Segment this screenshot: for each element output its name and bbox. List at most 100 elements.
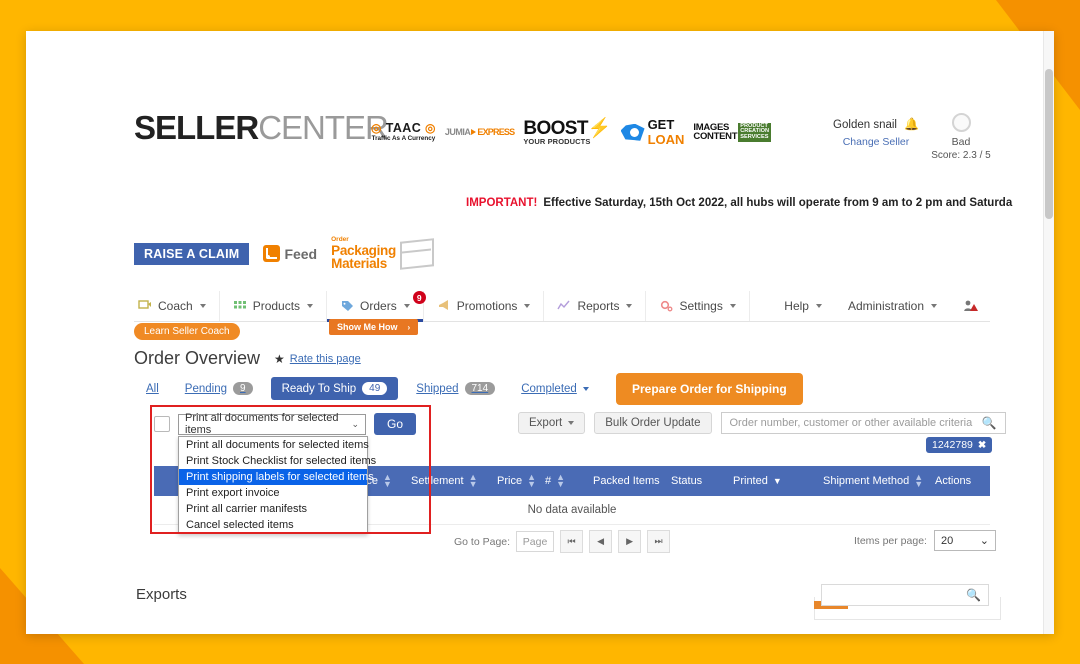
th-count[interactable]: # ▲ ▼ <box>545 472 593 488</box>
packaging-line1: Packaging <box>331 242 396 258</box>
taac-ring-left-icon: ◎ <box>371 121 382 136</box>
table-toolbar-right: Export Bulk Order Update Order number, c… <box>518 412 1006 434</box>
user-alert-icon <box>963 299 978 313</box>
sort-icon[interactable]: ▲▼ <box>556 472 565 488</box>
jumia-express-logo[interactable]: JUMIA EXPRESS <box>445 127 515 138</box>
dropdown-option-print-all-documents[interactable]: Print all documents for selected items <box>179 437 369 453</box>
nav-item-coach[interactable]: Coach <box>134 291 220 321</box>
th-price[interactable]: Price ▲ ▼ <box>497 472 545 488</box>
dropdown-option-print-carrier-manifests[interactable]: Print all carrier manifests <box>179 501 367 517</box>
nav-label-settings: Settings <box>679 299 723 313</box>
feed-link[interactable]: Feed <box>263 245 317 263</box>
chevron-down-icon <box>524 304 531 308</box>
express-arrow-icon <box>471 129 477 136</box>
sort-icon[interactable]: ▲▼ <box>527 472 536 488</box>
last-page-button[interactable]: ⏭ <box>647 530 671 553</box>
tab-completed-label: Completed <box>521 382 577 395</box>
boost-title: BOOST <box>523 117 588 139</box>
rate-this-page-link[interactable]: Rate this page <box>290 353 361 365</box>
th-printed[interactable]: Printed ▼ <box>733 475 823 487</box>
th-count-label: # <box>545 475 552 487</box>
th-actions-label: Actions <box>935 475 972 487</box>
go-button[interactable]: Go <box>374 413 417 435</box>
th-shipment-method[interactable]: Shipment Method ▲ ▼ <box>823 472 935 488</box>
pagination-controls: Go to Page: Page ⏮ ◀ ▶ ⏭ <box>454 530 671 553</box>
dropdown-option-print-export-invoice[interactable]: Print export invoice <box>179 485 367 501</box>
browser-window: SELLERCENTER ◎ TAAC ◎ Traffic As A Curre… <box>26 31 1054 634</box>
bulk-order-update-button[interactable]: Bulk Order Update <box>594 412 712 434</box>
bulk-action-dropdown-list[interactable]: Print all documents for selected items P… <box>178 435 376 534</box>
sort-icon[interactable]: ▲▼ <box>383 472 392 488</box>
nav-item-user-alert[interactable] <box>950 291 990 321</box>
important-tag: IMPORTANT! <box>466 197 538 209</box>
boost-logo[interactable]: BOOST⚡ YOUR PRODUCTS <box>523 119 611 146</box>
score-gauge-icon <box>951 113 971 132</box>
export-button[interactable]: Export <box>518 412 586 434</box>
tab-completed[interactable]: Completed <box>513 379 597 399</box>
filter-icon[interactable]: ▼ <box>773 476 782 486</box>
order-search-placeholder: Order number, customer or other availabl… <box>729 417 973 429</box>
important-banner: IMPORTANT! Effective Saturday, 15th Oct 2… <box>466 197 1012 209</box>
nav-item-help[interactable]: Help <box>780 291 835 321</box>
notification-bell-icon[interactable]: 🔔 <box>904 117 919 131</box>
nav-item-products[interactable]: Products <box>220 291 328 321</box>
logo-seller-text: SELLER <box>134 109 259 146</box>
logo-center-text: CENTER <box>258 109 389 146</box>
page-number-input[interactable]: Page <box>516 531 555 552</box>
taac-logo[interactable]: ◎ TAAC ◎ Traffic As A Currency <box>371 122 436 142</box>
previous-page-button[interactable]: ◀ <box>589 530 613 553</box>
th-packed-items[interactable]: Packed Items <box>593 475 671 487</box>
learn-seller-coach-badge[interactable]: Learn Seller Coach <box>134 323 240 340</box>
get-loan-logo[interactable]: GET LOAN <box>620 117 684 147</box>
th-printed-label: Printed <box>733 475 768 487</box>
tab-pending[interactable]: Pending 9 <box>177 378 261 399</box>
first-page-button[interactable]: ⏮ <box>560 530 584 553</box>
items-per-page-select[interactable]: 20 ⌄ <box>933 530 996 551</box>
bulk-action-select[interactable]: Print all documents for selected items ⌄ <box>178 412 366 436</box>
packaging-materials-link[interactable]: Order Packaging Materials <box>331 236 434 271</box>
nav-label-promotions: Promotions <box>456 299 518 313</box>
nav-item-orders[interactable]: Orders 9 <box>327 291 426 322</box>
images-content-logo[interactable]: IMAGES CONTENT PRODUCT CREATION SERVICES <box>693 122 772 142</box>
sort-icon[interactable]: ▲▼ <box>914 472 923 488</box>
dropdown-option-cancel-selected-items[interactable]: Cancel selected items <box>179 517 367 533</box>
th-settlement[interactable]: Settlement ▲ ▼ <box>411 472 497 488</box>
tag-icon <box>340 299 354 313</box>
nav-item-administration[interactable]: Administration <box>835 291 950 321</box>
tab-ready-to-ship[interactable]: Ready To Ship 49 <box>270 377 399 400</box>
raise-a-claim-button[interactable]: RAISE A CLAIM <box>134 242 250 265</box>
prepare-order-for-shipping-button[interactable]: Prepare Order for Shipping <box>616 373 803 405</box>
seller-center-logo[interactable]: SELLERCENTER <box>134 109 389 146</box>
express-text: EXPRESS <box>477 127 515 138</box>
dropdown-option-print-stock-checklist[interactable]: Print Stock Checklist for selected items <box>179 453 376 469</box>
order-search-box[interactable]: Order number, customer or other availabl… <box>720 412 1006 434</box>
active-filter-chip[interactable]: 1242789 ✖ <box>926 437 993 453</box>
page-scrollbar[interactable] <box>1043 31 1054 634</box>
filter-chip-label: 1242789 <box>932 439 973 451</box>
search-icon[interactable]: 🔍 <box>982 416 997 430</box>
chevron-down-icon <box>582 386 589 391</box>
promo-row: RAISE A CLAIM Feed Order Packaging Mater… <box>134 236 434 271</box>
sort-icon[interactable]: ▲▼ <box>469 472 478 488</box>
dropdown-option-print-shipping-labels[interactable]: Print shipping labels for selected items <box>179 468 374 485</box>
nav-item-promotions[interactable]: Promotions <box>424 291 545 321</box>
exports-section-title: Exports <box>136 586 187 603</box>
exports-search-box[interactable]: 🔍 <box>821 584 989 606</box>
nav-item-settings[interactable]: Settings <box>646 291 750 321</box>
show-me-how-button[interactable]: Show Me How › <box>329 319 419 335</box>
rate-this-page[interactable]: ★ Rate this page <box>274 352 361 366</box>
coach-icon <box>138 299 152 313</box>
close-icon[interactable]: ✖ <box>978 440 986 451</box>
tab-shipped[interactable]: Shipped 714 <box>408 378 503 399</box>
scrollbar-thumb[interactable] <box>1045 69 1053 219</box>
search-icon[interactable]: 🔍 <box>966 588 981 602</box>
change-seller-link[interactable]: Change Seller <box>821 136 931 148</box>
nav-label-coach: Coach <box>158 299 193 313</box>
next-page-button[interactable]: ▶ <box>618 530 642 553</box>
tab-all[interactable]: All <box>138 379 167 399</box>
select-all-checkbox[interactable] <box>154 416 170 432</box>
th-status[interactable]: Status <box>671 475 733 487</box>
bulk-action-selected-value: Print all documents for selected items <box>185 412 339 436</box>
nav-item-reports[interactable]: Reports <box>544 291 647 321</box>
taac-subtitle: Traffic As A Currency <box>371 134 436 142</box>
